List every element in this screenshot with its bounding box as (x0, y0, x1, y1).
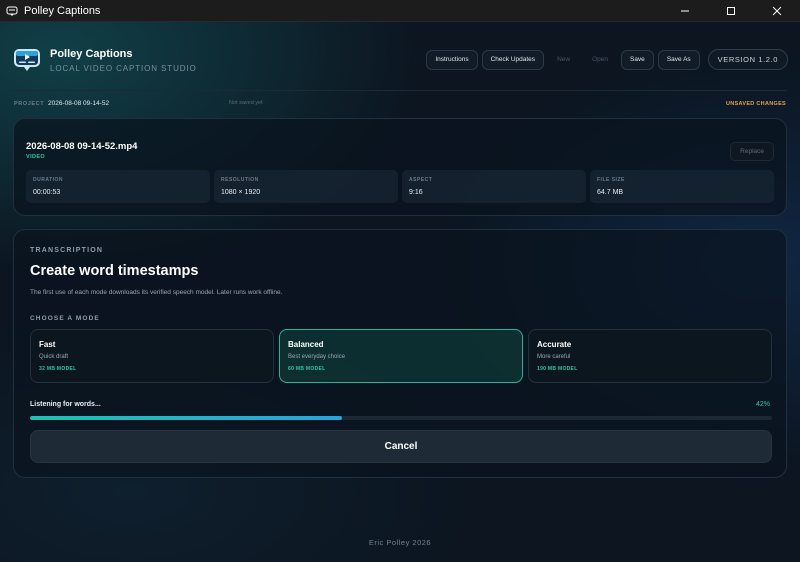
app-window: Polley Captions LOCAL VIDEO CAPTION STUD… (0, 22, 800, 562)
video-stats: DURATION 00:00:53 RESOLUTION 1080 × 1920… (26, 170, 774, 203)
caption-logo-icon (14, 49, 40, 71)
brand: Polley Captions LOCAL VIDEO CAPTION STUD… (13, 46, 197, 74)
minimize-icon (681, 10, 689, 11)
footer-credit: Eric Polley 2026 (368, 538, 432, 547)
close-icon (772, 6, 782, 15)
mode-option-fast[interactable]: Fast Quick draft 32 MB MODEL (30, 329, 274, 383)
replace-button[interactable]: Replace (730, 142, 774, 161)
save-as-button[interactable]: Save As (657, 49, 700, 70)
version-badge: VERSION 1.2.0 (707, 49, 788, 70)
new-button[interactable]: New (548, 50, 579, 70)
mode-model-size: 190 MB MODEL (537, 366, 578, 372)
open-button[interactable]: Open (583, 50, 617, 70)
window-titlebar: Polley Captions (0, 0, 800, 22)
mode-option-accurate[interactable]: Accurate More careful 190 MB MODEL (528, 329, 772, 383)
stat-value: 64.7 MB (597, 189, 624, 196)
video-card: 2026-08-08 09-14-52.mp4 VIDEO Replace DU… (13, 118, 787, 216)
progress-label: Listening for words... (30, 401, 101, 408)
header-toolbar: Instructions Check Updates New Open Save… (426, 49, 788, 70)
progress-fill (30, 416, 342, 420)
window-title: Polley Captions (24, 4, 101, 17)
app-subtitle: LOCAL VIDEO CAPTION STUDIO (50, 63, 197, 73)
stat-resolution: RESOLUTION 1080 × 1920 (214, 170, 398, 203)
project-label: PROJECT (14, 101, 45, 107)
save-button[interactable]: Save (620, 49, 654, 70)
video-filename: 2026-08-08 09-14-52.mp4 (26, 141, 138, 152)
mode-eyebrow: CHOOSE A MODE (30, 315, 100, 322)
stat-value: 9:16 (409, 189, 423, 196)
section-description: The first use of each mode downloads its… (30, 289, 283, 296)
mode-description: Best everyday choice (288, 354, 346, 360)
mode-name: Balanced (288, 340, 324, 349)
video-type-label: VIDEO (26, 154, 46, 160)
mode-model-size: 32 MB MODEL (39, 366, 77, 372)
transcription-card: TRANSCRIPTION Create word timestamps The… (13, 229, 787, 478)
mode-option-balanced[interactable]: Balanced Best everyday choice 60 MB MODE… (279, 329, 523, 383)
project-name: 2026-08-08 09-14-52 (48, 100, 110, 107)
stat-duration: DURATION 00:00:53 (26, 170, 210, 203)
section-title: Create word timestamps (30, 263, 199, 279)
progress-percent: 42% (755, 401, 770, 408)
save-status: Not saved yet (229, 100, 263, 106)
maximize-button[interactable] (708, 0, 754, 22)
project-bar: PROJECT 2026-08-08 09-14-52 Not saved ye… (14, 100, 786, 110)
stat-label: FILE SIZE (597, 177, 625, 183)
mode-name: Fast (39, 340, 56, 349)
stat-aspect: ASPECT 9:16 (402, 170, 586, 203)
section-eyebrow: TRANSCRIPTION (30, 247, 104, 254)
close-button[interactable] (754, 0, 800, 22)
mode-name: Accurate (537, 340, 572, 349)
app-icon (6, 6, 18, 16)
mode-description: More careful (537, 354, 571, 360)
stat-label: DURATION (33, 177, 64, 183)
header-divider (13, 90, 787, 91)
minimize-button[interactable] (662, 0, 708, 22)
app-name: Polley Captions (50, 47, 133, 60)
progress-bar (30, 416, 772, 420)
stat-file-size: FILE SIZE 64.7 MB (590, 170, 774, 203)
mode-description: Quick draft (39, 354, 69, 360)
mode-options: Fast Quick draft 32 MB MODEL Balanced Be… (30, 329, 772, 383)
mode-model-size: 60 MB MODEL (288, 366, 326, 372)
stat-value: 00:00:53 (33, 189, 61, 196)
maximize-icon (727, 6, 735, 15)
cancel-button[interactable]: Cancel (30, 430, 772, 463)
unsaved-changes-badge: UNSAVED CHANGES (725, 101, 786, 107)
stat-label: RESOLUTION (221, 177, 259, 183)
check-updates-button[interactable]: Check Updates (481, 49, 545, 70)
stat-value: 1080 × 1920 (221, 189, 261, 196)
instructions-button[interactable]: Instructions (426, 49, 478, 70)
stat-label: ASPECT (409, 177, 433, 183)
